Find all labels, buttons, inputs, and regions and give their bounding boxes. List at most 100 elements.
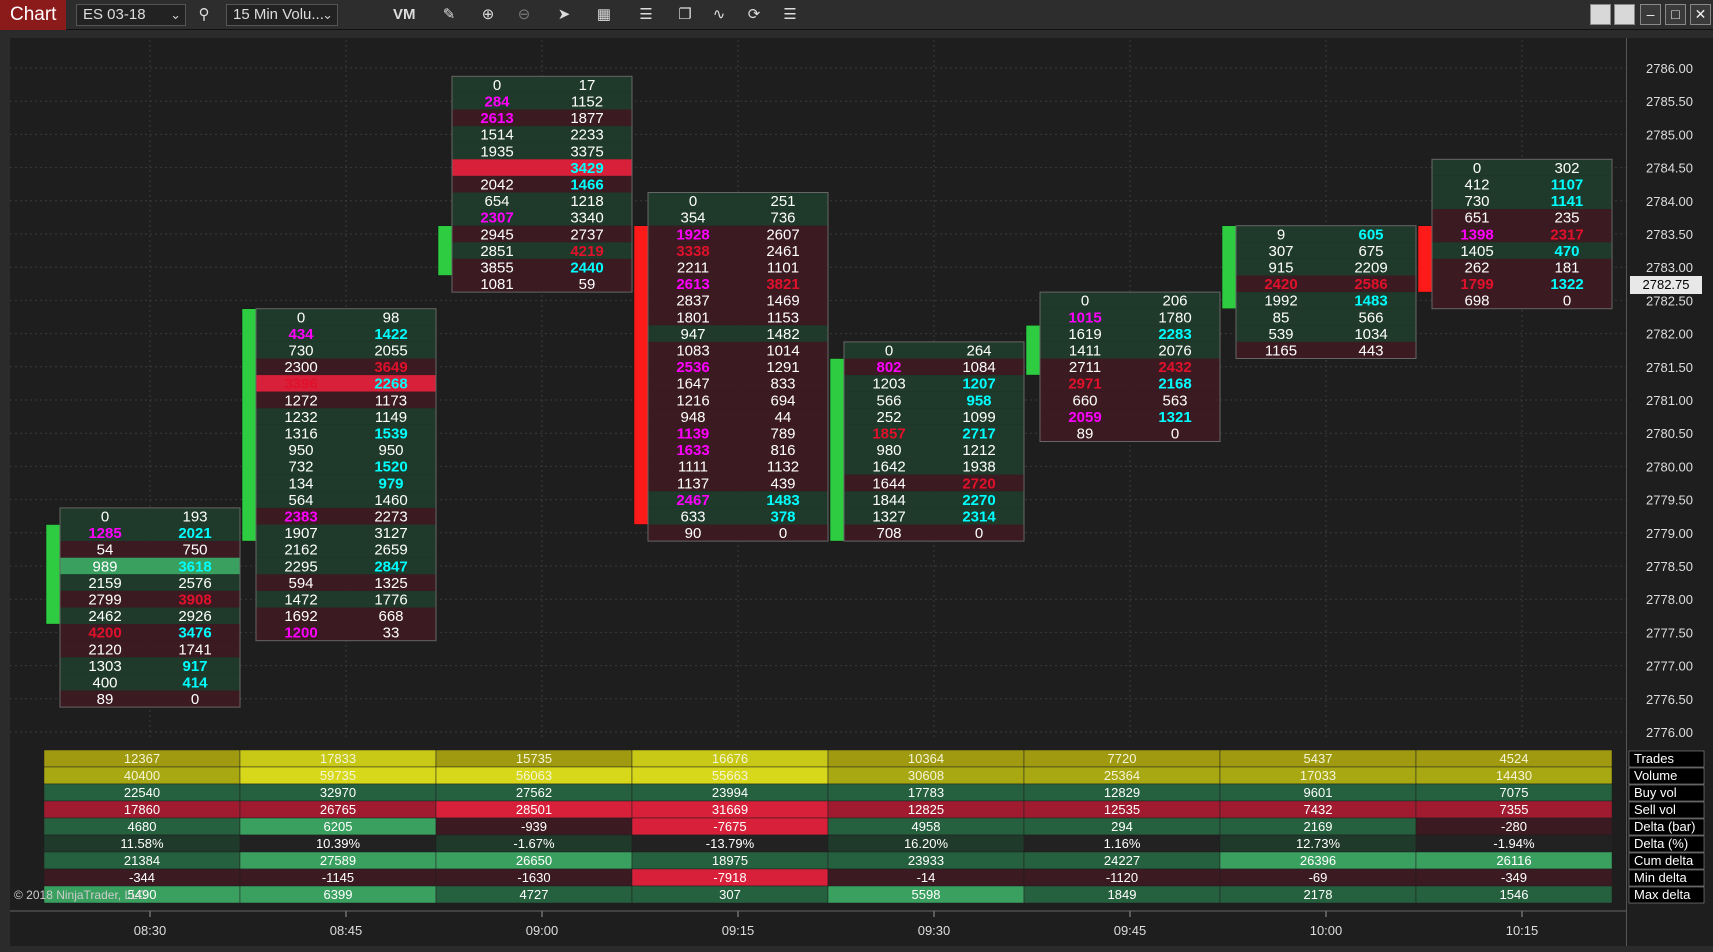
stat-value: -1120 [1106,870,1138,885]
footprint-cell [60,657,240,674]
stat-value: 21384 [124,853,160,868]
footprint-cell [256,325,436,342]
ask-volume-label: 833 [770,376,795,393]
candle-body [241,308,257,542]
price-tick-label: 2784.00 [1646,194,1693,209]
bid-volume-label: 915 [1268,260,1293,277]
footprint-cell [452,92,632,110]
stat-value: 1.16% [1104,836,1141,851]
footprint-cell [648,275,828,293]
stat-value: 23933 [908,853,944,868]
footprint-cell [256,541,436,558]
price-tick-label: 2785.50 [1646,94,1693,109]
ask-volume-label: 917 [182,658,207,675]
ask-volume-label: 2717 [962,426,995,443]
footprint-cell [1040,292,1220,309]
ask-volume-label: 1520 [374,459,407,476]
footprint-cell [1432,209,1612,226]
ask-volume-label: 3429 [570,160,603,177]
ask-volume-label: 1141 [1551,193,1584,210]
footprint-cell [1236,325,1416,342]
ask-volume-label: 193 [182,509,207,526]
footprint-cell [844,524,1024,542]
footprint-cell [844,474,1024,492]
footprint-cell [648,258,828,276]
price-tick-label: 2777.50 [1646,625,1693,640]
ask-volume-label: 1780 [1158,309,1191,326]
footprint-cell [648,209,828,226]
ask-volume-label: 675 [1358,243,1383,260]
ask-volume-label: 2432 [1158,359,1191,376]
bid-volume-label: 1411 [1069,343,1101,360]
stat-value: 7720 [1108,751,1137,766]
stat-value: 16.20% [904,836,949,851]
footprint-cell [60,557,240,575]
bid-volume-label: 1799 [1460,276,1493,293]
bid-volume-label: 0 [1081,293,1089,310]
stat-label: Min delta [1634,870,1688,885]
footprint-cell [452,225,632,243]
footprint-cell [452,242,632,259]
bid-volume-label: 0 [689,193,697,210]
footprint-cell [648,474,828,492]
footprint-cell [1432,242,1612,259]
stat-value: 15735 [516,751,552,766]
stat-value: -939 [521,819,547,834]
bid-volume-label: 1801 [676,309,709,326]
ask-volume-label: 2314 [962,509,996,526]
bid-volume-label: 85 [1273,309,1290,326]
footprint-cell [1432,192,1612,210]
ask-volume-label: 1107 [1551,177,1584,194]
ask-volume-label: 979 [378,475,403,492]
price-tick-label: 2784.50 [1646,161,1693,176]
stat-value: 14430 [1496,768,1532,783]
footprint-cell [256,391,436,409]
footprint-cell [256,624,436,641]
footprint-cell [256,424,436,442]
ask-volume-label: 3821 [766,276,799,293]
stat-value: -280 [1501,819,1527,834]
bid-volume-label: 1303 [88,658,121,675]
ask-volume-label: 668 [378,608,403,625]
ask-volume-label: 2607 [766,226,799,243]
stat-value: -14 [917,870,936,885]
ask-volume-label: 3649 [374,359,407,376]
bid-volume-label: 0 [1473,160,1481,177]
bid-volume-label: 89 [1077,426,1094,443]
ask-volume-label: 1482 [766,326,799,343]
bid-volume-label: 698 [1464,293,1489,310]
footprint-cell [648,192,828,210]
time-tick-label: 10:00 [1310,923,1343,938]
footprint-cell [60,673,240,691]
bid-volume-label: 802 [876,359,901,376]
bid-volume-label: 307 [1268,243,1293,260]
ask-volume-label: 1776 [374,592,407,609]
bid-volume-label: 0 [101,509,109,526]
stat-label: Trades [1634,751,1674,766]
ask-volume-label: 98 [383,309,400,326]
footprint-cell [648,524,828,542]
bid-volume-label: 9 [1277,226,1285,243]
stat-label: Delta (bar) [1634,819,1695,834]
ask-volume-label: 3127 [374,525,407,542]
time-tick-label: 08:30 [134,923,167,938]
bid-volume-label: 1642 [872,459,905,476]
bid-volume-label: 1844 [872,492,905,509]
ask-volume-label: 1460 [374,492,407,509]
ask-volume-label: 251 [770,193,795,210]
stat-label: Volume [1634,768,1677,783]
ask-volume-label: 2076 [1158,343,1191,360]
bid-volume-label: 1272 [284,392,317,409]
chart-window: Chart ES 03-18 ⌄ ⚲ 15 Min Volu... ⌄ VM ✎… [0,0,1713,952]
footprint-cell [648,424,828,442]
footprint-cell [1432,258,1612,276]
ask-volume-label: 3340 [570,210,603,227]
footprint-cell [648,507,828,525]
stat-value: -7675 [713,819,746,834]
ask-volume-label: 1466 [570,177,603,194]
bid-volume-label: 2420 [1264,276,1297,293]
bid-volume-label: 1232 [284,409,317,426]
stat-value: 26396 [1300,853,1336,868]
footprint-cell [1040,375,1220,392]
footprint-cell [648,242,828,259]
